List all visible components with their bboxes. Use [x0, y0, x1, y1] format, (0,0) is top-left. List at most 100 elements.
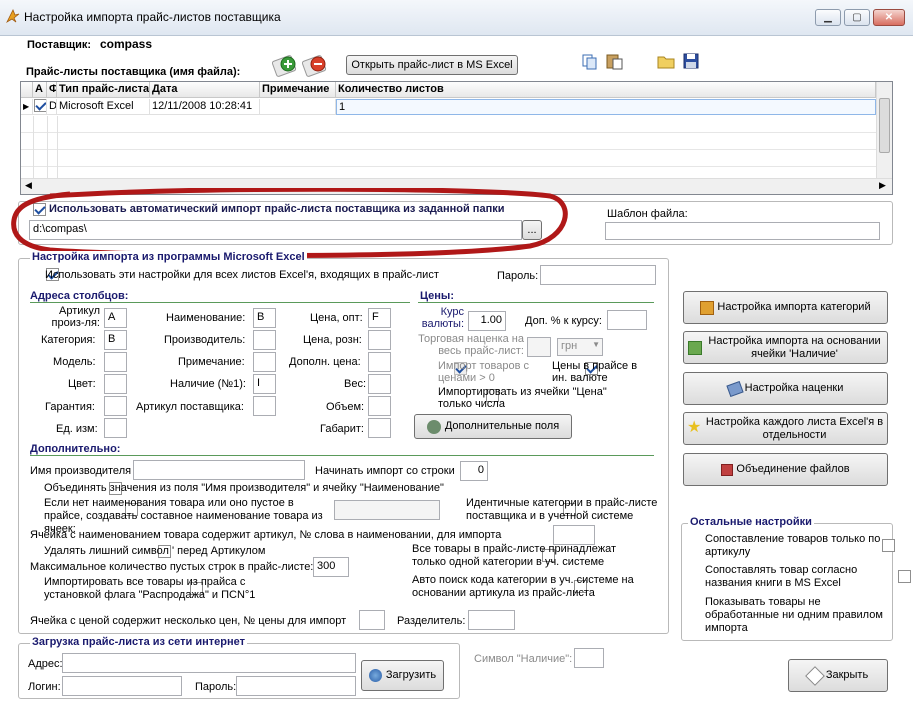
- row-active-checkbox[interactable]: [34, 99, 46, 112]
- separator-input[interactable]: [468, 610, 515, 630]
- name-column-input[interactable]: B: [253, 308, 276, 328]
- single-category-label: Все товары в прайс-листе принадлежат тол…: [412, 543, 617, 568]
- import-positive-label: Импорт товаров с ценами > 0: [438, 360, 530, 384]
- currency-select[interactable]: грн ▼: [557, 338, 603, 356]
- prices-foreign-label: Цены в прайсе в ин. валюте: [552, 360, 638, 384]
- col-header-sheets[interactable]: Количество листов: [336, 82, 876, 98]
- rate-input[interactable]: 1.00: [468, 311, 506, 331]
- separator-label: Разделитель:: [397, 615, 466, 627]
- open-folder-icon[interactable]: [657, 54, 675, 69]
- stock-label: Наличие (№1):: [170, 378, 246, 390]
- color-column-input[interactable]: [104, 374, 127, 394]
- price-extra-label: Дополн. цена:: [289, 356, 361, 368]
- col-header-note[interactable]: Примечание: [260, 82, 336, 98]
- supplier-article-column-input[interactable]: [253, 396, 276, 416]
- compose-cells-input[interactable]: [334, 500, 440, 520]
- sale-flag-label: Импортировать все товары из прайса с уст…: [44, 576, 256, 601]
- use-all-sheets-label: Использовать эти настройки для всех лист…: [45, 269, 439, 281]
- volume-column-input[interactable]: [368, 396, 391, 416]
- word-number-label: Ячейка с наименованием товара содержит а…: [30, 529, 502, 541]
- markup-input[interactable]: [527, 337, 551, 357]
- close-button[interactable]: Закрыть: [788, 659, 888, 692]
- exit-icon: [804, 665, 825, 686]
- copy-icon[interactable]: [582, 54, 598, 70]
- unit-column-input[interactable]: [104, 418, 127, 438]
- color-label: Цвет:: [68, 378, 96, 390]
- category-column-input[interactable]: B: [104, 330, 127, 350]
- model-label: Модель:: [53, 356, 96, 368]
- cell-note: [260, 99, 336, 115]
- match-by-article-label: Сопоставление товаров только по артикулу: [705, 533, 881, 558]
- col-header-f[interactable]: Ф: [47, 82, 57, 98]
- stock-column-input[interactable]: I: [253, 374, 276, 394]
- columns-title: Адреса столбцов:: [30, 290, 129, 302]
- remove-icon[interactable]: [302, 50, 332, 78]
- max-empty-input[interactable]: 300: [313, 557, 349, 577]
- col-header-type[interactable]: Тип прайс-листа: [57, 82, 150, 98]
- app-icon: [6, 9, 20, 24]
- price-opt-column-input[interactable]: F: [368, 308, 391, 328]
- weight-label: Вес:: [344, 378, 367, 390]
- add-icon[interactable]: [272, 50, 302, 78]
- red-annotation-circle: [11, 188, 568, 258]
- word-number-input[interactable]: [553, 525, 595, 545]
- start-row-input[interactable]: 0: [460, 461, 488, 481]
- internet-password-label: Пароль:: [195, 681, 237, 693]
- address-label: Адрес:: [28, 658, 63, 670]
- paste-icon[interactable]: [606, 53, 624, 70]
- manufacturer-column-input[interactable]: [253, 330, 276, 350]
- login-input[interactable]: [62, 676, 182, 696]
- price-opt-label: Цена, опт:: [310, 312, 363, 324]
- cell-sheets: 1: [336, 99, 876, 115]
- excel-password-input[interactable]: [540, 265, 656, 285]
- internet-password-input[interactable]: [236, 676, 356, 696]
- multi-price-label: Ячейка с ценой содержит несколько цен, №…: [30, 615, 347, 627]
- cell-f: D: [47, 99, 57, 115]
- maximize-button[interactable]: ▢: [844, 9, 870, 26]
- add-pct-input[interactable]: [607, 310, 647, 330]
- warranty-column-input[interactable]: [104, 396, 127, 416]
- minimize-button[interactable]: ▁: [815, 9, 841, 26]
- model-column-input[interactable]: [104, 352, 127, 372]
- manufacturer-name-input[interactable]: [133, 460, 305, 480]
- additional-title: Дополнительно:: [30, 443, 121, 455]
- stock-symbol-input[interactable]: [574, 648, 604, 668]
- prices-title: Цены:: [420, 290, 454, 302]
- size-column-input[interactable]: [368, 418, 391, 438]
- save-icon[interactable]: [683, 53, 699, 69]
- extra-fields-button[interactable]: Дополнительные поля: [414, 414, 572, 439]
- close-window-button[interactable]: ✕: [873, 9, 905, 26]
- price-extra-column-input[interactable]: [368, 352, 391, 372]
- sheet-settings-button[interactable]: ★ Настройка каждого листа Excel'я в отдел…: [683, 412, 888, 445]
- vertical-scrollbar[interactable]: [876, 82, 892, 178]
- table-row[interactable]: ▶ D Microsoft Excel 12/11/2008 10:28:41 …: [21, 99, 876, 116]
- cell-date: 12/11/2008 10:28:41: [150, 99, 260, 115]
- window-title: Настройка импорта прайс-листов поставщик…: [24, 10, 281, 24]
- multi-price-input[interactable]: [359, 610, 385, 630]
- col-header-a[interactable]: А: [33, 82, 47, 98]
- match-by-book-checkbox[interactable]: [897, 570, 911, 583]
- load-button[interactable]: Загрузить: [361, 660, 444, 691]
- address-input[interactable]: [62, 653, 356, 673]
- weight-column-input[interactable]: [368, 374, 391, 394]
- cell-type: Microsoft Excel: [57, 99, 150, 115]
- template-input[interactable]: [605, 222, 880, 240]
- category-import-button[interactable]: Настройка импорта категорий: [683, 291, 888, 324]
- markup-label: Торговая наценка на весь прайс-лист:: [418, 333, 524, 357]
- markup-icon: [725, 380, 744, 397]
- supplier-label: Поставщик:: [27, 39, 92, 51]
- note-column-input[interactable]: [253, 352, 276, 372]
- open-excel-button[interactable]: Открыть прайс-лист в MS Excel: [346, 55, 518, 75]
- rate-label: Курс валюты:: [421, 306, 464, 330]
- price-retail-column-input[interactable]: [368, 330, 391, 350]
- merge-files-button[interactable]: Объединение файлов: [683, 453, 888, 486]
- stock-import-button[interactable]: Настройка импорта на основании ячейки 'Н…: [683, 331, 888, 364]
- col-header-date[interactable]: Дата: [150, 82, 260, 98]
- price-retail-label: Цена, розн:: [303, 334, 362, 346]
- markup-settings-button[interactable]: Настройка наценки: [683, 372, 888, 405]
- article-column-input[interactable]: A: [104, 308, 127, 328]
- pricelists-grid[interactable]: А Ф Тип прайс-листа Дата Примечание Коли…: [20, 81, 893, 195]
- category-icon: [700, 300, 715, 315]
- login-label: Логин:: [28, 681, 61, 693]
- template-label: Шаблон файла:: [607, 208, 688, 220]
